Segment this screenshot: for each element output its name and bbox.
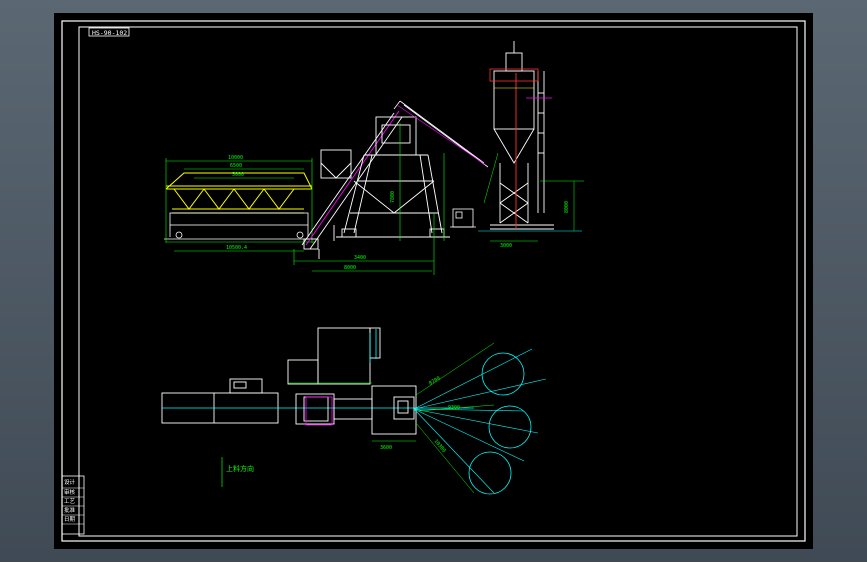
conveyor-plan (295, 393, 373, 425)
revision-block: 设计 审核 工艺 批准 日期 (61, 475, 85, 535)
revision-cell-3: 批准 (64, 506, 76, 514)
control-room (450, 208, 476, 228)
dim-mixer-height: 7800 (390, 191, 396, 203)
silo-radial-lines (413, 348, 547, 494)
mixer-dimensions (293, 123, 445, 275)
dim-arc-radius-2: 9300 (448, 405, 460, 411)
hopper-plan (161, 378, 279, 424)
dim-silo-base: 3000 (500, 243, 512, 249)
engineering-drawing: HS-90-102 设计 审核 工艺 批准 日期 10000 6500 5000… (61, 20, 806, 542)
dim-hopper-width: 10000 (228, 155, 243, 161)
revision-cell-1: 审核 (64, 488, 76, 496)
revision-cell-4: 日期 (64, 516, 76, 523)
revision-cell-2: 工艺 (64, 498, 76, 505)
silo-footprints (468, 352, 532, 495)
dim-side-gap: 3600 (380, 445, 392, 451)
plan-view-label: 上料方向 (226, 464, 254, 473)
mixer-tower (320, 116, 450, 238)
title-tag-text: HS-90-102 (92, 29, 127, 37)
silo-footprint-2 (488, 405, 532, 449)
dim-hopper-base: 10500.4 (226, 245, 247, 251)
dim-hopper-inner: 5000 (232, 172, 244, 178)
dim-plant-span: 8000 (344, 265, 356, 271)
aggregate-hopper (165, 172, 313, 214)
elevation-view: 10000 6500 5000 10500.4 3400 8000 7800 8… (164, 41, 584, 275)
dim-conveyor-run: 3400 (354, 255, 366, 261)
dim-silo-height: 8000 (564, 201, 570, 213)
conveyor-centerline (305, 110, 400, 246)
outer-frame (61, 20, 806, 542)
silo-dim-lines (415, 342, 495, 494)
mixer-plan (287, 327, 417, 435)
inner-frame (78, 26, 798, 537)
cad-viewport[interactable]: HS-90-102 设计 审核 工艺 批准 日期 10000 6500 5000… (54, 13, 813, 549)
dim-arc-radius-1: 8700 (428, 376, 441, 387)
hopper-frame (164, 212, 316, 240)
dim-hopper-mid: 6500 (230, 163, 242, 169)
plan-view: 3600 8700 9300 10300 上料方向 (161, 327, 547, 495)
revision-cell-0: 设计 (64, 478, 76, 486)
